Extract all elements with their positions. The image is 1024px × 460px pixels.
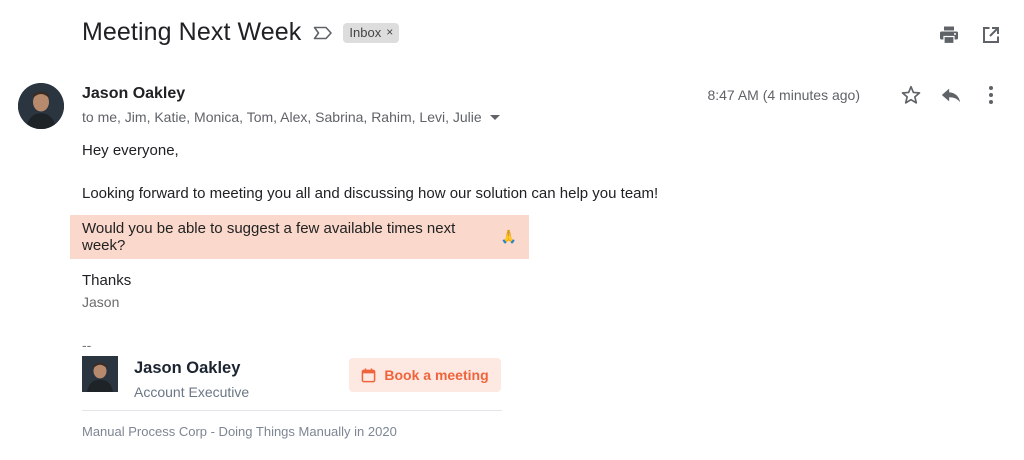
star-outline-icon[interactable] [900, 84, 922, 106]
highlighted-question: Would you be able to suggest a few avail… [70, 215, 529, 259]
signature-separator: -- [82, 337, 92, 353]
open-in-new-window-icon[interactable] [980, 24, 1002, 46]
signature-photo [82, 356, 118, 392]
signature-title: Account Executive [134, 384, 250, 400]
more-vert-icon[interactable] [980, 84, 1002, 106]
thread-actions [938, 24, 1002, 46]
calendar-icon [361, 367, 376, 383]
label-outline-icon[interactable] [313, 23, 333, 43]
inbox-label-chip: Inbox × [343, 22, 400, 43]
body-paragraph: Looking forward to meeting you all and d… [82, 185, 659, 202]
show-details-caret-icon[interactable] [489, 114, 500, 120]
sender-avatar[interactable] [18, 83, 64, 129]
print-icon[interactable] [938, 24, 960, 46]
remove-label-button[interactable]: × [386, 25, 393, 39]
message-timestamp: 8:47 AM (4 minutes ago) [707, 87, 860, 103]
reply-icon[interactable] [940, 84, 962, 106]
book-a-meeting-label: Book a meeting [384, 367, 489, 383]
message-actions: 8:47 AM (4 minutes ago) [707, 84, 1002, 106]
book-a-meeting-button[interactable]: Book a meeting [349, 358, 501, 392]
recipients-line: to me, Jim, Katie, Monica, Tom, Alex, Sa… [82, 109, 500, 125]
inbox-label-text: Inbox [349, 24, 382, 40]
body-closing: Thanks [82, 272, 132, 289]
highlighted-question-text: Would you be able to suggest a few avail… [82, 220, 456, 254]
body-signoff: Jason [82, 294, 120, 310]
sender-name: Jason Oakley [82, 85, 186, 102]
email-header: Meeting Next Week Inbox × [82, 18, 400, 47]
signature-name: Jason Oakley [134, 359, 241, 377]
email-subject: Meeting Next Week [82, 18, 302, 46]
praying-hands-emoji: 🙏 [500, 229, 517, 244]
signature-divider [82, 410, 502, 411]
signature-company: Manual Process Corp - Doing Things Manua… [82, 424, 397, 439]
body-greeting: Hey everyone, [82, 142, 179, 159]
recipients-text: to me, Jim, Katie, Monica, Tom, Alex, Sa… [82, 109, 482, 125]
